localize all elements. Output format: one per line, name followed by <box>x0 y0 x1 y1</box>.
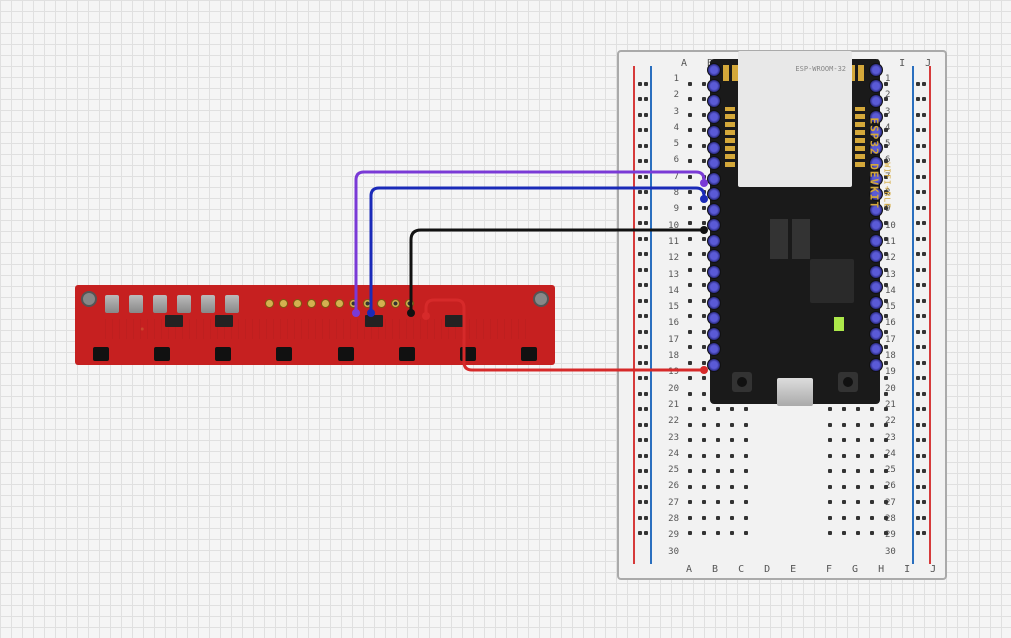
module-label: ESP-WROOM-32 <box>795 65 846 73</box>
diagram-canvas: A B C D E F G H I J A B C D E F G H I J … <box>0 0 1011 638</box>
side-pads-r <box>855 107 865 167</box>
r2 <box>215 315 233 327</box>
pcb-traces <box>99 319 531 339</box>
usb-uart-chip <box>810 259 854 303</box>
smd-components <box>105 295 239 313</box>
power-led <box>834 317 844 331</box>
power-rail-pos-left <box>633 66 635 564</box>
rail-holes-left[interactable] <box>637 76 649 541</box>
ic1 <box>445 315 463 327</box>
board-name-label: ESP32 DEVKIT <box>867 118 880 209</box>
col-labels-bot-right: F G H I J <box>826 564 943 575</box>
r1 <box>165 315 183 327</box>
power-rail-pos-right <box>929 66 931 564</box>
r3 <box>365 315 383 327</box>
board-subtitle-label: WIFI+BLE <box>883 162 892 209</box>
pin-header-left[interactable] <box>707 63 721 372</box>
micro-usb-port[interactable] <box>777 378 813 406</box>
regulator <box>770 219 788 259</box>
rf-shield: ESP-WROOM-32 <box>738 51 852 187</box>
rail-holes-right[interactable] <box>915 76 927 541</box>
en-button[interactable] <box>732 372 752 392</box>
mount-hole-left <box>81 291 97 307</box>
col-labels-bot-left: A B C D E <box>686 564 803 575</box>
side-pads-l <box>725 107 735 167</box>
pin-header-right[interactable] <box>869 63 883 372</box>
mount-hole-right <box>533 291 549 307</box>
sensor-header[interactable] <box>265 299 414 308</box>
ir-emitters <box>93 347 537 361</box>
esp32-devkit[interactable]: ESP-WROOM-32 ESP32 DEVKIT WIFI+BLE <box>710 59 880 404</box>
boot-button[interactable] <box>838 372 858 392</box>
regulator-2 <box>792 219 810 259</box>
qtr-sensor-array[interactable] <box>75 285 555 365</box>
power-rail-neg-right <box>912 66 914 564</box>
row-numbers-left: 1234567891011121314151617181920212223242… <box>663 74 679 557</box>
power-rail-neg-left <box>650 66 652 564</box>
